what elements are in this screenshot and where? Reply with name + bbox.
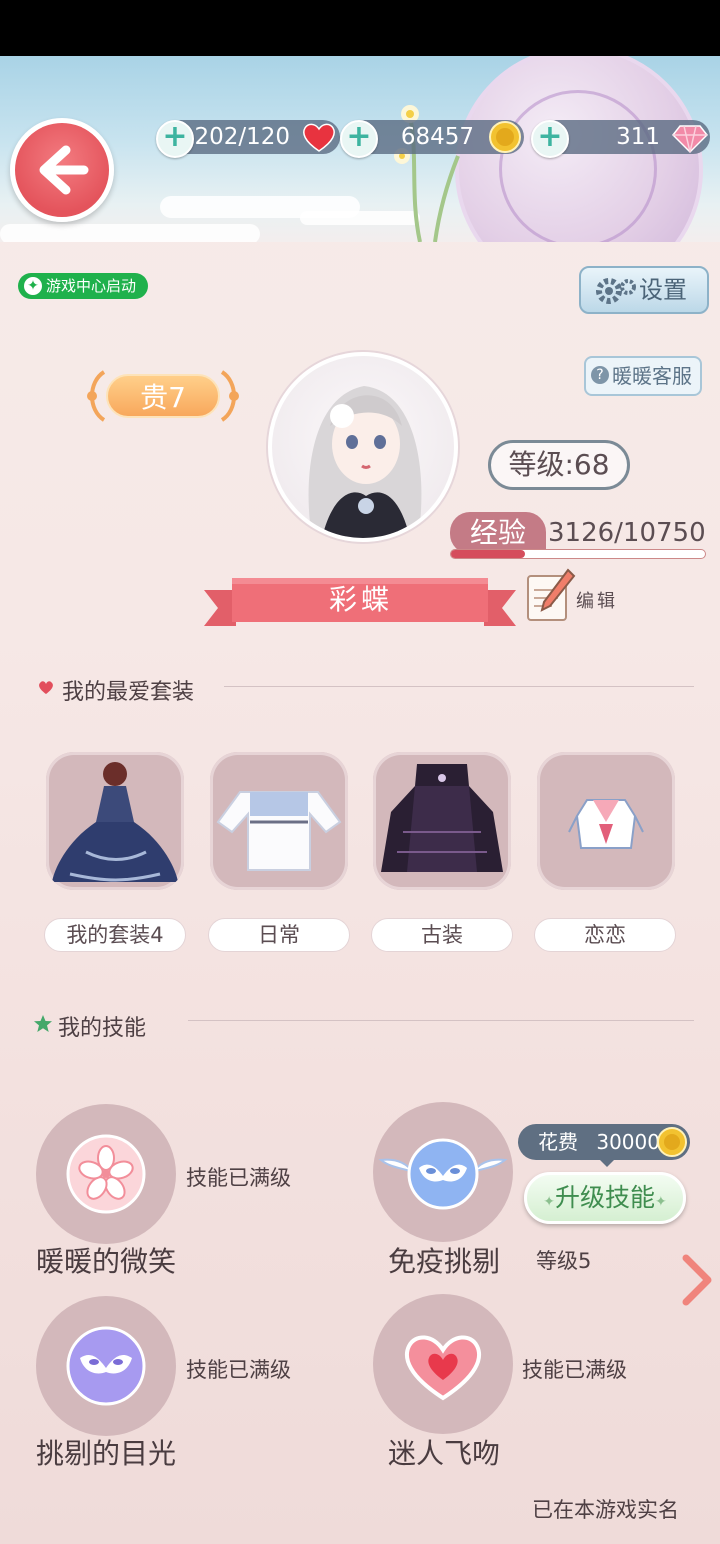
flower-decoration xyxy=(394,105,460,242)
upgrade-skill-label: 升级技能 xyxy=(554,1183,655,1212)
skill-slot-4[interactable] xyxy=(373,1294,513,1434)
favorite-outfit-1[interactable] xyxy=(46,752,184,890)
favorite-outfit-2[interactable] xyxy=(210,752,348,890)
gold-coin-icon xyxy=(489,121,521,153)
exp-value: 3126/10750 xyxy=(548,518,706,548)
customer-service-button[interactable]: ? 暖暖客服 xyxy=(584,356,702,396)
skill-status-4: 技能已满级 xyxy=(522,1358,627,1382)
winged-mask-icon xyxy=(378,1138,508,1210)
skill-name-2: 免疫挑剔 xyxy=(388,1245,501,1278)
heart-icon xyxy=(39,681,53,694)
player-level: 等级:68 xyxy=(488,440,630,490)
school-uniform-icon xyxy=(568,799,644,849)
skills-title: 我的技能 xyxy=(58,1016,147,1041)
gold-coin-icon xyxy=(657,1127,687,1157)
vip-badge[interactable]: 贵7 xyxy=(106,374,220,418)
upgrade-cost: 花费 30000 xyxy=(518,1124,690,1167)
gear-icon xyxy=(596,278,636,304)
level-label: 等级:68 xyxy=(508,448,610,481)
player-avatar[interactable] xyxy=(268,352,458,542)
stamina-value: 202/120 xyxy=(194,124,290,150)
upgrade-cost-label: 花费 xyxy=(538,1130,578,1154)
diamond-value: 311 xyxy=(616,124,660,150)
avatar-portrait xyxy=(308,386,422,538)
favorite-outfit-label-2[interactable]: 日常 xyxy=(208,918,350,952)
pink-diamond-icon xyxy=(672,125,708,154)
navy-gown-icon xyxy=(52,762,178,882)
skill-slot-2[interactable] xyxy=(373,1102,513,1242)
favorite-outfit-3[interactable] xyxy=(373,752,511,890)
sparkle-icon: ✦ xyxy=(655,1194,667,1210)
game-center-badge[interactable]: ✦ 游戏中心启动 xyxy=(18,273,149,299)
edit-label[interactable]: 编辑 xyxy=(576,587,618,613)
section-divider xyxy=(188,1020,694,1021)
customer-service-label: 暖暖客服 xyxy=(612,364,692,388)
heart-icon xyxy=(404,1335,482,1401)
game-center-icon: ✦ xyxy=(24,277,42,295)
skill-name-1: 暖暖的微笑 xyxy=(36,1245,177,1278)
exp-label: 经验 xyxy=(450,512,546,554)
add-coins-button[interactable]: + xyxy=(340,120,378,158)
skill-name-4: 迷人飞吻 xyxy=(388,1437,501,1470)
help-icon: ? xyxy=(591,366,609,384)
skill-level: 等级5 xyxy=(536,1249,592,1273)
chevron-right-icon[interactable] xyxy=(676,1250,716,1310)
white-blouse-icon xyxy=(216,791,342,871)
heart-icon xyxy=(303,123,335,152)
pencil-note-icon xyxy=(527,568,576,621)
vip-label: 贵7 xyxy=(140,381,186,414)
back-button[interactable] xyxy=(10,118,114,222)
skill-status-1: 技能已满级 xyxy=(186,1166,291,1190)
skill-name-3: 挑剔的目光 xyxy=(36,1437,177,1470)
skill-status-3: 技能已满级 xyxy=(186,1358,291,1382)
game-center-label: 游戏中心启动 xyxy=(46,277,137,295)
cherry-blossom-icon xyxy=(66,1134,146,1214)
upgrade-cost-value: 30000 xyxy=(596,1130,660,1154)
upgrade-skill-button[interactable]: ✦升级技能✦ xyxy=(524,1172,686,1224)
favorite-outfit-label-1[interactable]: 我的套装4 xyxy=(44,918,186,952)
favorite-outfit-label-3[interactable]: 古装 xyxy=(371,918,513,952)
section-divider xyxy=(224,686,694,687)
favorite-outfit-4[interactable] xyxy=(537,752,675,890)
status-bar xyxy=(0,0,720,56)
exp-progress-fill xyxy=(451,550,525,558)
sparkle-icon: ✦ xyxy=(543,1194,555,1210)
skill-slot-3[interactable] xyxy=(36,1296,176,1436)
real-name-notice: 已在本游戏实名 xyxy=(532,1498,679,1522)
purple-mask-icon xyxy=(66,1326,146,1406)
favorites-title: 我的最爱套装 xyxy=(62,680,195,705)
arrow-left-icon xyxy=(39,145,89,195)
settings-button[interactable]: 设置 xyxy=(579,266,709,314)
black-robe-icon xyxy=(381,764,503,872)
skill-slot-1[interactable] xyxy=(36,1104,176,1244)
star-icon xyxy=(34,1015,52,1032)
coin-value: 68457 xyxy=(400,124,474,150)
favorite-outfit-label-4[interactable]: 恋恋 xyxy=(534,918,676,952)
settings-label: 设置 xyxy=(639,276,687,304)
add-diamonds-button[interactable]: + xyxy=(531,120,569,158)
add-stamina-button[interactable]: + xyxy=(156,120,194,158)
player-name: 彩蝶 xyxy=(328,583,393,616)
